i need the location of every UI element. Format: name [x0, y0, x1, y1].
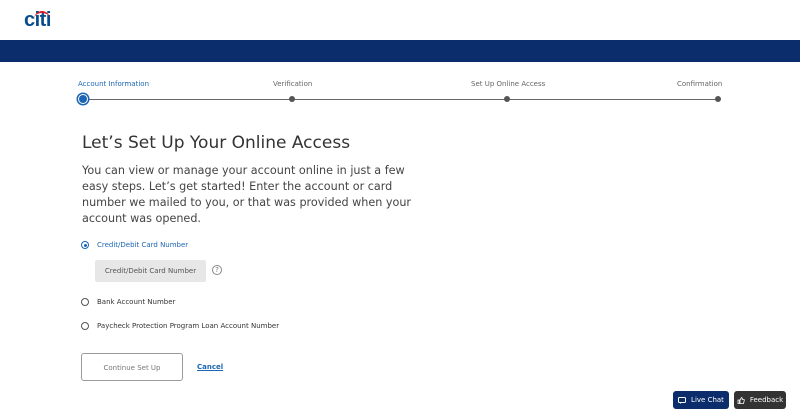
step-set-up-online-access: Set Up Online Access: [471, 80, 546, 88]
card-number-input[interactable]: Credit/Debit Card Number: [95, 260, 206, 282]
feedback-button[interactable]: Feedback: [734, 391, 786, 409]
radio-option-bank[interactable]: Bank Account Number: [81, 298, 175, 306]
site-header: citi: [0, 0, 800, 40]
header-band: [0, 40, 800, 62]
progress-stepper: Account Information Verification Set Up …: [78, 80, 722, 106]
page-title: Let’s Set Up Your Online Access: [82, 133, 351, 153]
citi-logo[interactable]: citi: [24, 8, 54, 31]
page-description: You can view or manage your account onli…: [82, 164, 412, 225]
radio-option-ppp[interactable]: Paycheck Protection Program Loan Account…: [81, 322, 279, 330]
live-chat-label: Live Chat: [691, 396, 724, 404]
step-confirmation: Confirmation: [677, 80, 723, 88]
logo-arc: [34, 11, 50, 21]
step-dot: [715, 96, 721, 102]
stepper-line: [82, 99, 718, 100]
live-chat-button[interactable]: Live Chat: [673, 391, 729, 409]
radio-card[interactable]: [81, 241, 89, 249]
radio-option-card[interactable]: Credit/Debit Card Number: [81, 241, 188, 249]
radio-bank[interactable]: [81, 298, 89, 306]
step-verification: Verification: [273, 80, 313, 88]
step-dot: [504, 96, 510, 102]
feedback-label: Feedback: [749, 396, 784, 404]
chat-icon: [678, 396, 687, 404]
continue-setup-button[interactable]: Continue Set Up: [81, 353, 183, 381]
cancel-link[interactable]: Cancel: [197, 363, 223, 371]
radio-bank-label: Bank Account Number: [97, 298, 176, 306]
step-account-information: Account Information: [78, 80, 150, 88]
radio-card-label: Credit/Debit Card Number: [97, 241, 189, 249]
step-dot-active: [78, 94, 88, 104]
thumbs-up-icon: [737, 396, 745, 404]
help-icon[interactable]: ?: [212, 265, 222, 275]
step-dot: [289, 96, 295, 102]
radio-ppp[interactable]: [81, 322, 89, 330]
radio-ppp-label: Paycheck Protection Program Loan Account…: [97, 322, 280, 330]
